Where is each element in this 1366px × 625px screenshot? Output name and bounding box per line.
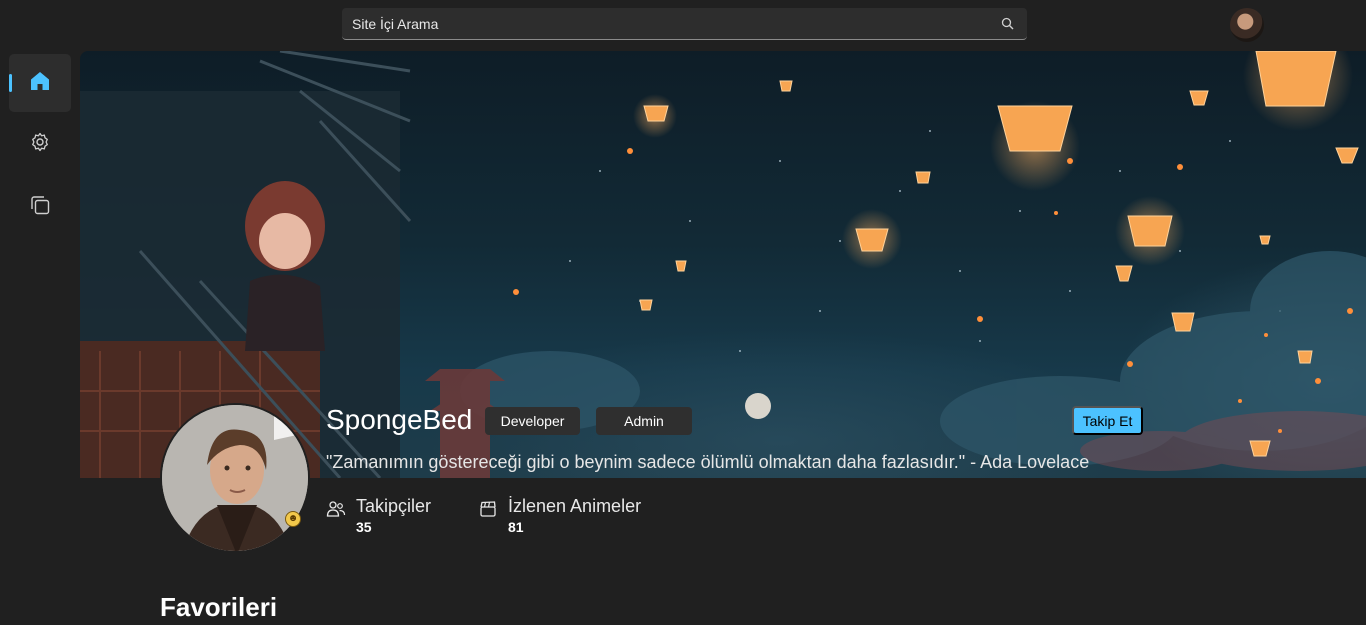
sidebar-item-collection[interactable] bbox=[9, 178, 71, 236]
gear-icon bbox=[29, 131, 51, 158]
stat-followers-label: Takipçiler bbox=[356, 496, 432, 516]
search-bar[interactable] bbox=[342, 8, 1027, 40]
active-indicator bbox=[9, 74, 12, 92]
status-emoji-icon: ☻ bbox=[285, 511, 301, 527]
stat-followers-value: 35 bbox=[356, 519, 372, 535]
home-icon bbox=[29, 70, 51, 97]
stat-watched-anime-label: İzlenen Animeler bbox=[508, 496, 642, 516]
stat-watched-anime[interactable]: İzlenen Animeler 81 bbox=[478, 496, 641, 535]
user-avatar[interactable] bbox=[1230, 8, 1264, 42]
stat-watched-anime-value: 81 bbox=[508, 519, 524, 535]
favorites-section-title: Favorileri bbox=[160, 592, 278, 622]
role-badge-admin: Admin bbox=[596, 407, 692, 435]
search-input[interactable] bbox=[352, 15, 952, 32]
role-badge-developer: Developer bbox=[485, 407, 580, 435]
follow-button[interactable]: Takip Et bbox=[1072, 406, 1143, 435]
copy-icon bbox=[29, 194, 51, 221]
people-icon bbox=[326, 499, 346, 519]
sidebar-item-settings[interactable] bbox=[9, 115, 71, 173]
sidebar-item-home[interactable] bbox=[9, 54, 71, 112]
profile-quote: "Zamanımın göstereceği gibi o beynim sad… bbox=[326, 452, 1090, 472]
search-icon[interactable] bbox=[1001, 17, 1015, 31]
profile-username: SpongeBed bbox=[326, 404, 473, 435]
clapperboard-icon bbox=[478, 499, 498, 519]
profile-avatar bbox=[160, 403, 310, 553]
stat-followers[interactable]: Takipçiler 35 bbox=[326, 496, 431, 535]
